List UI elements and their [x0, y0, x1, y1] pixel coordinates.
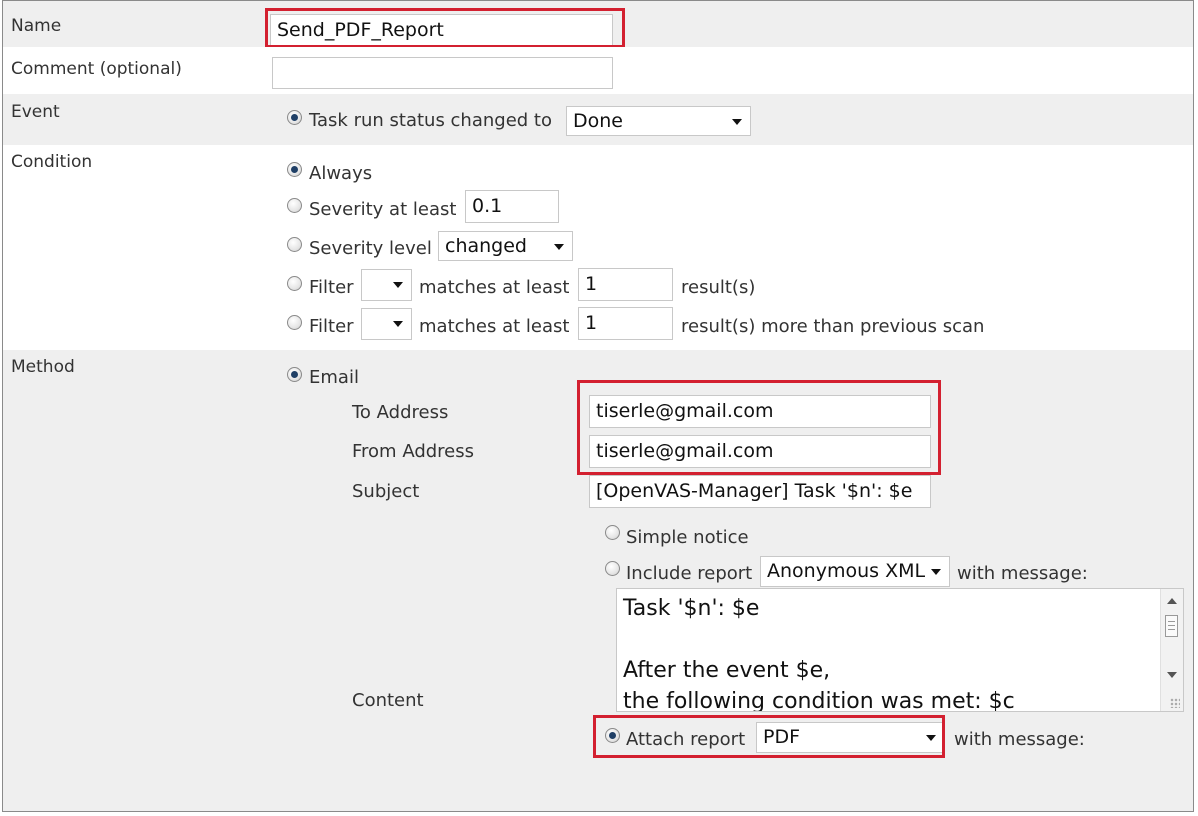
event-status-value: Done [573, 110, 623, 132]
attach-report-highlight [593, 715, 945, 758]
condition-filter-delta-radio[interactable] [287, 315, 302, 330]
scroll-up-icon[interactable] [1167, 598, 1177, 604]
event-task-status-radio[interactable] [287, 110, 302, 125]
filter-select[interactable] [361, 269, 412, 301]
address-highlight [577, 380, 941, 475]
message-textarea[interactable]: Task '$n': $e After the event $e, the fo… [616, 588, 1184, 712]
chevron-down-icon [393, 282, 403, 288]
event-row: Event Task run status changed to Done [3, 94, 1193, 145]
include-report-format-select[interactable]: Anonymous XML [760, 556, 950, 587]
condition-filter-radio[interactable] [287, 276, 302, 291]
filter-delta-result-suffix: result(s) more than previous scan [681, 316, 985, 337]
chevron-down-icon [554, 244, 564, 250]
severity-level-label: Severity level [309, 238, 432, 259]
filter-delta-label: Filter [309, 316, 354, 337]
severity-at-least-input[interactable]: 0.1 [465, 190, 559, 223]
chevron-down-icon [931, 569, 941, 575]
condition-severity-level-radio[interactable] [287, 237, 302, 252]
event-option-label: Task run status changed to [309, 110, 552, 131]
content-include-report-radio[interactable] [605, 561, 620, 576]
filter-delta-select[interactable] [361, 308, 412, 340]
comment-row: Comment (optional) [3, 47, 1193, 94]
severity-at-least-label: Severity at least [309, 199, 457, 220]
filter-delta-matches-label: matches at least [419, 316, 570, 337]
scroll-down-icon[interactable] [1167, 672, 1177, 678]
content-label: Content [352, 690, 424, 711]
filter-label: Filter [309, 277, 354, 298]
condition-label: Condition [11, 152, 93, 172]
condition-severity-at-least-radio[interactable] [287, 198, 302, 213]
severity-level-value: changed [445, 235, 527, 257]
message-line: the following condition was met: $c [623, 689, 1015, 712]
condition-always-radio[interactable] [287, 162, 302, 177]
name-highlight [265, 8, 625, 48]
message-line [623, 624, 1177, 655]
method-email-label: Email [309, 367, 359, 388]
filter-result-suffix: result(s) [681, 277, 756, 298]
to-address-label: To Address [352, 402, 449, 423]
message-scrollbar[interactable] [1160, 589, 1183, 711]
condition-row: Condition Always Severity at least 0.1 S… [3, 145, 1193, 350]
from-address-label: From Address [352, 441, 475, 462]
severity-level-select[interactable]: changed [438, 231, 573, 261]
include-report-with-message: with message: [957, 563, 1088, 584]
method-label: Method [11, 357, 75, 377]
method-email-radio[interactable] [287, 367, 302, 382]
subject-field[interactable]: [OpenVAS-Manager] Task '$n': $e [589, 475, 931, 508]
condition-always-label: Always [309, 163, 373, 184]
event-status-select[interactable]: Done [566, 106, 751, 136]
event-label: Event [11, 102, 60, 122]
comment-field[interactable] [272, 57, 613, 89]
chevron-down-icon [732, 119, 742, 125]
filter-delta-count-input[interactable]: 1 [578, 307, 673, 340]
filter-matches-label: matches at least [419, 277, 570, 298]
content-simple-notice-radio[interactable] [605, 525, 620, 540]
name-label: Name [11, 16, 62, 36]
subject-label: Subject [352, 481, 420, 502]
message-line: After the event $e, [623, 658, 831, 683]
scroll-thumb[interactable] [1165, 615, 1178, 637]
include-report-label: Include report [626, 563, 753, 584]
include-report-format-value: Anonymous XML [767, 560, 926, 582]
comment-label: Comment (optional) [11, 59, 182, 79]
chevron-down-icon [393, 321, 403, 327]
attach-report-with-message: with message: [954, 729, 1085, 750]
resize-grip-icon[interactable] [1170, 698, 1180, 708]
message-line: Task '$n': $e [623, 596, 760, 621]
filter-count-input[interactable]: 1 [578, 268, 673, 301]
simple-notice-label: Simple notice [626, 527, 749, 548]
